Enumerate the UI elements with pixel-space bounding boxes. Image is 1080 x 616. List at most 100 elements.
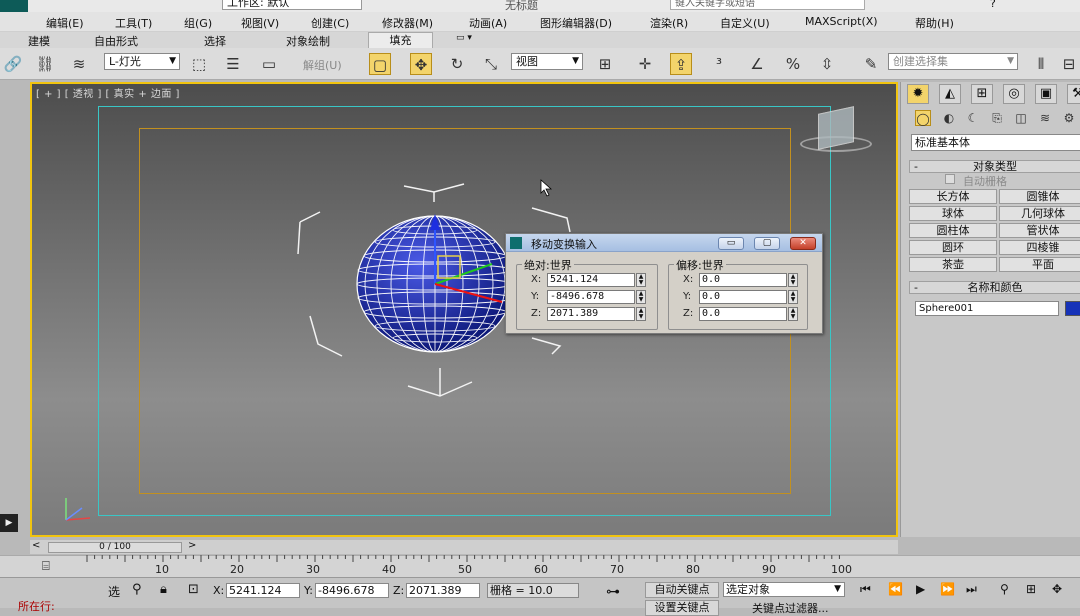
menu-help[interactable]: 帮助(H) bbox=[915, 15, 954, 31]
next-frame-icon[interactable]: ⏩ bbox=[940, 582, 955, 596]
torus-button[interactable]: 圆环 bbox=[909, 240, 997, 255]
play-icon[interactable]: ▶ bbox=[916, 582, 925, 596]
display-tab-icon[interactable]: ▣ bbox=[1035, 84, 1057, 104]
cone-button[interactable]: 圆锥体 bbox=[999, 189, 1080, 204]
menu-customize[interactable]: 自定义(U) bbox=[720, 15, 770, 31]
set-key-button[interactable]: 设置关键点 bbox=[645, 600, 719, 616]
select-manipulate-icon[interactable]: ✛ bbox=[634, 53, 656, 75]
expand-left-arrow-icon[interactable]: ▶ bbox=[0, 514, 18, 532]
offset-z-field[interactable]: 0.0 bbox=[699, 307, 787, 321]
box-button[interactable]: 长方体 bbox=[909, 189, 997, 204]
ribbon-tab-populate[interactable]: 填充 bbox=[368, 32, 433, 48]
layer-combo[interactable]: L-灯光 ▼ bbox=[104, 53, 180, 70]
menu-animation[interactable]: 动画(A) bbox=[469, 15, 507, 31]
offset-x-field[interactable]: 0.0 bbox=[699, 273, 787, 287]
geosphere-button[interactable]: 几何球体 bbox=[999, 206, 1080, 221]
menu-maxscript[interactable]: MAXScript(X) bbox=[805, 15, 878, 28]
spinner-snap-icon[interactable]: ⇳ bbox=[816, 53, 838, 75]
selection-lock-icon[interactable]: 选 bbox=[108, 583, 120, 600]
helpers-icon[interactable]: ◫ bbox=[1013, 110, 1029, 126]
auto-key-button[interactable]: 自动关键点 bbox=[645, 582, 719, 598]
region-select-icon[interactable]: ▭ bbox=[258, 53, 280, 75]
zoom-icon[interactable]: ⚲ bbox=[1000, 582, 1009, 596]
close-button[interactable]: ✕ bbox=[790, 237, 816, 250]
absolute-mode-icon[interactable]: ⊡ bbox=[188, 582, 199, 597]
lock-icon[interactable]: 🔒︎ bbox=[160, 582, 167, 597]
ribbon-tab-modeling[interactable]: 建模 bbox=[28, 33, 50, 49]
pyramid-button[interactable]: 四棱锥 bbox=[999, 240, 1080, 255]
minimize-button[interactable]: ▭ bbox=[718, 237, 744, 250]
absolute-x-spinner[interactable]: ▲ ▼ bbox=[636, 273, 646, 287]
name-color-rollout[interactable]: - 名称和颜色 bbox=[909, 281, 1080, 294]
absolute-y-spinner[interactable]: ▲ ▼ bbox=[636, 290, 646, 304]
menu-tools[interactable]: 工具(T) bbox=[115, 15, 152, 31]
ribbon-options-icon[interactable]: ▭ ▾ bbox=[456, 33, 472, 43]
select-object-icon[interactable]: ⬚ bbox=[188, 53, 210, 75]
object-color-swatch[interactable] bbox=[1065, 301, 1080, 316]
offset-y-field[interactable]: 0.0 bbox=[699, 290, 787, 304]
unlink-icon[interactable]: ⛓ bbox=[34, 53, 56, 75]
named-selection-combo[interactable]: 创建选择集 ▼ bbox=[888, 53, 1018, 70]
object-name-field[interactable]: Sphere001 bbox=[915, 301, 1059, 316]
select-by-name-icon[interactable]: ☰ bbox=[222, 53, 244, 75]
pan-icon[interactable]: ✥ bbox=[1052, 582, 1062, 596]
isolate-icon[interactable]: ⚲ bbox=[132, 582, 142, 597]
cylinder-button[interactable]: 圆柱体 bbox=[909, 223, 997, 238]
link-icon[interactable]: 🔗 bbox=[2, 53, 24, 75]
time-next-arrow[interactable]: > bbox=[188, 540, 196, 551]
ribbon-tab-object-paint[interactable]: 对象绘制 bbox=[286, 33, 330, 49]
plane-button[interactable]: 平面 bbox=[999, 257, 1080, 272]
go-to-end-icon[interactable]: ⏭ bbox=[966, 582, 977, 597]
select-window-icon[interactable]: ▢ bbox=[369, 53, 391, 75]
reference-coord-combo[interactable]: 视图 ▼ bbox=[511, 53, 583, 70]
offset-y-spinner[interactable]: ▲ ▼ bbox=[788, 290, 798, 304]
autogrid-checkbox[interactable] bbox=[945, 174, 955, 184]
hierarchy-tab-icon[interactable]: ⊞ bbox=[971, 84, 993, 104]
align-icon[interactable]: ⊟ bbox=[1058, 53, 1080, 75]
menu-views[interactable]: 视图(V) bbox=[241, 15, 279, 31]
absolute-x-field[interactable]: 5241.124 bbox=[547, 273, 635, 287]
sphere-button[interactable]: 球体 bbox=[909, 206, 997, 221]
go-to-start-icon[interactable]: ⏮ bbox=[860, 582, 871, 597]
ribbon-tab-freeform[interactable]: 自由形式 bbox=[94, 33, 138, 49]
menu-group[interactable]: 组(G) bbox=[184, 15, 212, 31]
tube-button[interactable]: 管状体 bbox=[999, 223, 1080, 238]
status-z-field[interactable]: 2071.389 bbox=[406, 583, 480, 598]
menu-rendering[interactable]: 渲染(R) bbox=[650, 15, 688, 31]
absolute-z-field[interactable]: 2071.389 bbox=[547, 307, 635, 321]
cameras-icon[interactable]: ⎘ bbox=[989, 110, 1005, 126]
primitive-category-select[interactable]: 标准基本体 bbox=[911, 134, 1080, 151]
pivot-icon[interactable]: ⊞ bbox=[594, 53, 616, 75]
menu-edit[interactable]: 编辑(E) bbox=[46, 15, 84, 31]
set-key-icon[interactable]: ⊶ bbox=[606, 584, 620, 600]
move-icon[interactable]: ✥ bbox=[410, 53, 432, 75]
motion-tab-icon[interactable]: ◎ bbox=[1003, 84, 1025, 104]
geometry-icon[interactable]: ◯ bbox=[915, 110, 931, 126]
offset-x-spinner[interactable]: ▲ ▼ bbox=[788, 273, 798, 287]
rotate-icon[interactable]: ↻ bbox=[446, 53, 468, 75]
utilities-tab-icon[interactable]: ⚒ bbox=[1067, 84, 1080, 104]
absolute-y-field[interactable]: -8496.678 bbox=[547, 290, 635, 304]
key-filters-button[interactable]: 关键点过滤器... bbox=[752, 600, 829, 616]
unlink-label[interactable]: 解组(U) bbox=[303, 57, 342, 73]
status-y-field[interactable]: -8496.678 bbox=[315, 583, 389, 598]
create-tab-icon[interactable]: ✹ bbox=[907, 84, 929, 104]
percent-snap-icon[interactable]: % bbox=[782, 53, 804, 75]
snap-icon[interactable]: ³ bbox=[708, 53, 730, 75]
mini-curve-editor-icon[interactable]: ⌸ bbox=[42, 559, 50, 574]
workspace-selector[interactable]: 工作区: 默认 bbox=[222, 0, 362, 10]
lights-icon[interactable]: ☾ bbox=[965, 110, 981, 126]
offset-z-spinner[interactable]: ▲ ▼ bbox=[788, 307, 798, 321]
angle-snap-icon[interactable]: ∠ bbox=[746, 53, 768, 75]
maximize-button[interactable]: ▢ bbox=[754, 237, 780, 250]
scale-icon[interactable]: ⤡ bbox=[480, 53, 502, 75]
keyboard-shortcut-icon[interactable]: ⇪ bbox=[670, 53, 692, 75]
time-slider[interactable]: < 0 / 100 > bbox=[30, 540, 898, 554]
spacewarps-icon[interactable]: ≋ bbox=[1037, 110, 1053, 126]
menu-modifiers[interactable]: 修改器(M) bbox=[382, 15, 433, 31]
systems-icon[interactable]: ⚙ bbox=[1061, 110, 1077, 126]
shapes-icon[interactable]: ◐ bbox=[941, 110, 957, 126]
status-x-field[interactable]: 5241.124 bbox=[226, 583, 300, 598]
zoom-all-icon[interactable]: ⊞ bbox=[1026, 582, 1036, 596]
absolute-z-spinner[interactable]: ▲ ▼ bbox=[636, 307, 646, 321]
